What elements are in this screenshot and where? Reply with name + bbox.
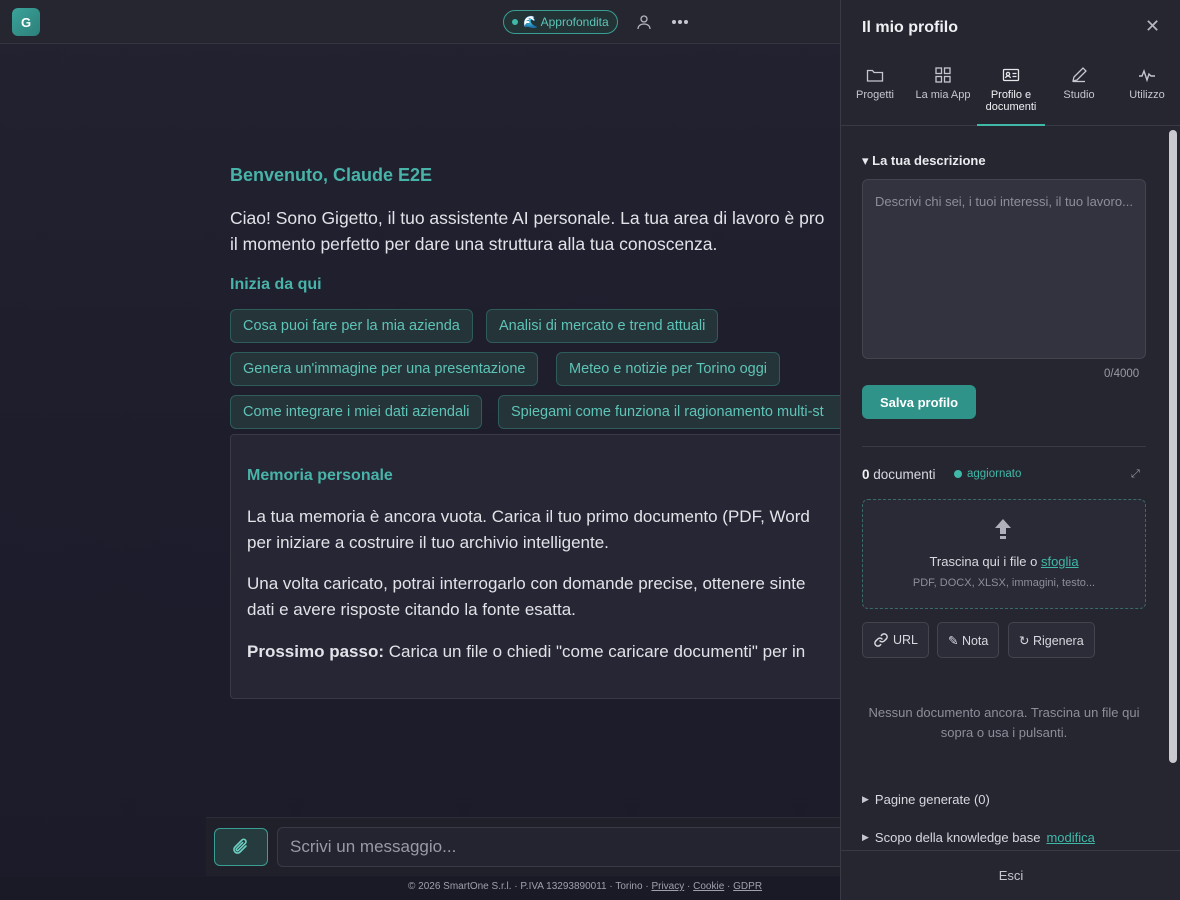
gdpr-link[interactable]: GDPR	[733, 881, 762, 892]
kb-scope-toggle[interactable]: ▶ Scopo della knowledge base modifica	[862, 830, 1095, 845]
panel-title: Il mio profilo	[862, 19, 958, 36]
next-step: Prossimo passo: Carica un file o chiedi …	[247, 639, 867, 665]
footer-sep: ·	[684, 881, 694, 892]
status-badge: aggiornato	[954, 468, 1021, 480]
save-profile-button[interactable]: Salva profilo	[862, 385, 976, 419]
welcome-title: Benvenuto, Claude E2E	[230, 165, 433, 185]
app-logo[interactable]: G	[12, 8, 40, 36]
intro-line-1: Ciao! Sono Gigetto, il tuo assistente AI…	[230, 208, 825, 228]
memory-paragraph-2: Una volta caricato, potrai interrogarlo …	[247, 571, 867, 623]
mode-selector[interactable]: 🌊 Approfondita	[503, 10, 618, 34]
triangle-right-icon: ▶	[862, 794, 869, 804]
suggestion-chip[interactable]: Come integrare i miei dati aziendali	[230, 395, 483, 429]
kb-scope-label: Scopo della knowledge base	[874, 830, 1041, 845]
panel-body: ▾ La tua descrizione 0/4000 Salva profil…	[841, 127, 1180, 850]
user-icon[interactable]	[634, 12, 654, 32]
status-label: aggiornato	[967, 468, 1022, 480]
link-icon	[874, 633, 888, 647]
next-step-label: Prossimo passo:	[247, 642, 384, 661]
privacy-link[interactable]: Privacy	[651, 881, 684, 892]
url-label: URL	[893, 633, 919, 647]
suggestion-chip[interactable]: Spiegami come funziona il ragionamento m…	[498, 395, 858, 429]
tab-utilizzo[interactable]: Utilizzo	[1113, 54, 1180, 126]
upload-arrow-icon	[993, 518, 1013, 546]
folder-icon	[866, 69, 884, 82]
tab-label: Studio	[1063, 89, 1095, 101]
kb-scope-edit-link[interactable]: modifica	[1046, 830, 1094, 845]
memory-title: Memoria personale	[247, 467, 393, 484]
documents-count-number: 0	[862, 467, 870, 482]
memory-p1-line-2: per iniziare a costruire il tuo archivio…	[247, 533, 609, 552]
drop-text-label: Trascina qui i file o	[929, 554, 1041, 569]
file-dropzone[interactable]: Trascina qui i file o sfoglia PDF, DOCX,…	[862, 499, 1146, 609]
intro-text: Ciao! Sono Gigetto, il tuo assistente AI…	[230, 205, 870, 257]
description-heading-label: La tua descrizione	[872, 153, 986, 168]
generated-pages-label: Pagine generate (0)	[874, 792, 990, 807]
triangle-right-icon: ▶	[862, 832, 869, 842]
next-step-text: Carica un file o chiedi "come caricare d…	[384, 642, 806, 661]
empty-documents-message: Nessun documento ancora. Trascina un fil…	[868, 705, 1140, 740]
memory-card: Memoria personale La tua memoria è ancor…	[230, 434, 870, 699]
browse-link[interactable]: sfoglia	[1041, 554, 1079, 569]
grid-icon	[935, 67, 951, 83]
drop-text: Trascina qui i file o sfoglia	[863, 554, 1145, 569]
memory-p2-line-1: Una volta caricato, potrai interrogarlo …	[247, 574, 806, 593]
suggestion-chip[interactable]: Cosa puoi fare per la mia azienda	[230, 309, 473, 343]
footer: © 2026 SmartOne S.r.l. · P.IVA 132938900…	[0, 877, 840, 900]
suggestion-chip[interactable]: Meteo e notizie per Torino oggi	[556, 352, 781, 386]
activity-icon	[1139, 68, 1155, 83]
mode-label: 🌊 Approfondita	[523, 15, 609, 29]
profile-panel: Il mio profilo ✕ Progetti La mia App Pro…	[840, 0, 1180, 900]
description-heading[interactable]: ▾ La tua descrizione	[862, 153, 986, 169]
id-card-icon	[1002, 68, 1020, 82]
memory-p1-line-1: La tua memoria è ancora vuota. Carica il…	[247, 507, 810, 526]
drop-hint: PDF, DOCX, XLSX, immagini, testo...	[912, 577, 1096, 589]
close-icon[interactable]: ✕	[1145, 16, 1160, 37]
start-title: Inizia da qui	[230, 276, 322, 293]
tab-progetti[interactable]: Progetti	[841, 54, 909, 126]
mode-status-dot	[512, 19, 518, 25]
memory-p2-line-2: dati e avere risposte citando la fonte e…	[247, 600, 576, 619]
panel-scrollbar[interactable]	[1169, 130, 1177, 763]
documents-count-label: documenti	[869, 467, 936, 482]
regenerate-button[interactable]: ↻ Rigenera	[1008, 622, 1095, 658]
tab-label: Profilo e documenti	[985, 89, 1037, 113]
memory-paragraph-1: La tua memoria è ancora vuota. Carica il…	[247, 504, 867, 556]
description-textarea[interactable]	[862, 179, 1146, 359]
divider	[862, 446, 1146, 447]
documents-count: 0 documenti	[862, 467, 936, 482]
panel-tabs: Progetti La mia App Profilo e documenti …	[841, 54, 1180, 126]
intro-line-2: il momento perfetto per dare una struttu…	[230, 234, 718, 254]
message-input[interactable]	[277, 827, 857, 867]
suggestion-chip[interactable]: Genera un'immagine per una presentazione	[230, 352, 539, 386]
logout-button[interactable]: Esci	[841, 850, 1180, 900]
tab-label: La mia App	[915, 89, 971, 101]
top-bar: G 🌊 Approfondita	[0, 0, 840, 44]
add-note-button[interactable]: ✎ Nota	[937, 622, 1000, 658]
tab-studio[interactable]: Studio	[1045, 54, 1113, 126]
footer-text: © 2026 SmartOne S.r.l. · P.IVA 132938900…	[408, 881, 652, 892]
cookie-link[interactable]: Cookie	[693, 881, 724, 892]
pen-icon	[1072, 67, 1087, 83]
attach-button[interactable]	[214, 828, 268, 866]
more-options-icon[interactable]	[670, 12, 690, 32]
expand-icon[interactable]: ⤢	[1131, 468, 1140, 481]
generated-pages-toggle[interactable]: ▶ Pagine generate (0)	[862, 792, 990, 807]
status-dot	[954, 470, 962, 478]
tab-label: Utilizzo	[1129, 89, 1165, 101]
paperclip-icon	[233, 838, 247, 854]
tab-la-mia-app[interactable]: La mia App	[909, 54, 977, 126]
tab-label: Progetti	[856, 89, 894, 101]
add-url-button[interactable]: URL	[862, 622, 930, 658]
suggestion-chip[interactable]: Analisi di mercato e trend attuali	[486, 309, 719, 343]
tab-profilo-documenti[interactable]: Profilo e documenti	[977, 54, 1045, 126]
footer-sep: ·	[724, 881, 734, 892]
character-counter: 0/4000	[1104, 368, 1140, 380]
